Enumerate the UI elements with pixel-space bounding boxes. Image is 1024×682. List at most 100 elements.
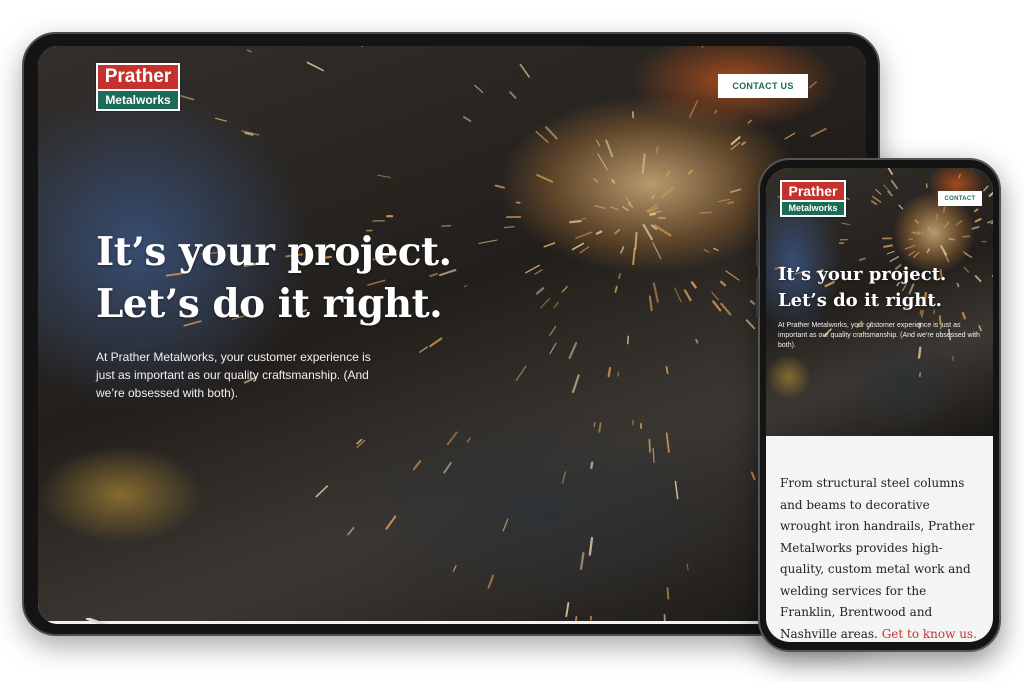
spark: [579, 246, 590, 254]
spark: [214, 117, 228, 122]
hero-lead-text: At Prather Metalworks, your customer exp…: [96, 350, 371, 400]
tablet-device: Prather Metalworks CONTACT US It’s your …: [22, 32, 880, 636]
spark: [443, 461, 452, 474]
spark: [745, 319, 756, 330]
spark: [180, 95, 195, 101]
spark: [887, 190, 893, 197]
hero-lead-text: At Prather Metalworks, your customer exp…: [778, 322, 980, 349]
spark: [648, 295, 653, 312]
spark: [651, 194, 655, 199]
spark: [674, 480, 679, 500]
spark: [463, 116, 472, 123]
spark: [988, 191, 993, 197]
spark: [674, 287, 682, 303]
logo-name-top: Prather: [98, 65, 178, 89]
spark: [983, 185, 989, 192]
spark: [246, 49, 252, 53]
spark: [535, 287, 545, 295]
spark: [549, 342, 557, 355]
headline-line-2: Let’s do it right.: [96, 281, 443, 327]
spark: [908, 250, 916, 256]
contact-us-button[interactable]: CONTACT US: [718, 74, 808, 98]
spark: [883, 184, 891, 193]
spark: [956, 282, 960, 288]
spark: [626, 335, 630, 345]
spark: [665, 366, 669, 374]
spark: [650, 210, 662, 215]
spark: [730, 136, 741, 146]
spark: [597, 153, 608, 171]
spark: [579, 551, 585, 571]
spark: [620, 246, 625, 254]
spark: [961, 311, 966, 320]
spark: [665, 432, 670, 453]
spark: [634, 231, 638, 251]
contact-button[interactable]: CONTACT: [938, 191, 982, 206]
spark: [377, 174, 392, 178]
logo[interactable]: Prather Metalworks: [96, 63, 180, 111]
spark: [646, 203, 659, 212]
spark: [588, 536, 594, 556]
intro-paragraph: From structural steel columns and beams …: [780, 473, 982, 642]
spark: [412, 460, 422, 471]
spark: [747, 119, 752, 124]
spark: [655, 146, 659, 154]
spark: [474, 84, 484, 93]
phone-screen: Prather Metalworks CONTACT It’s your pro…: [766, 168, 993, 642]
spark: [385, 515, 397, 530]
spark: [575, 231, 593, 239]
phone-side-button: [756, 240, 759, 266]
hero-image: [38, 46, 866, 621]
get-to-know-us-link[interactable]: Get to know us.: [882, 627, 977, 641]
spark: [911, 231, 920, 235]
hero-headline: It’s your project. Let’s do it right.: [96, 226, 452, 330]
spark: [452, 565, 457, 572]
content-band: [38, 621, 866, 624]
spark: [650, 224, 658, 231]
spark: [590, 461, 594, 469]
spark: [652, 282, 659, 303]
spark: [545, 126, 558, 140]
spark: [703, 248, 710, 253]
spark: [568, 341, 578, 359]
spark: [241, 130, 260, 136]
sparks-decoration: [165, 46, 866, 621]
spark: [898, 204, 904, 210]
spark: [870, 200, 878, 206]
spark: [940, 245, 948, 256]
spark: [841, 222, 851, 226]
spark: [943, 221, 950, 229]
spark: [641, 153, 646, 174]
spark: [741, 141, 746, 146]
logo-name-bottom: Metalworks: [98, 89, 178, 109]
spark: [549, 325, 557, 336]
spark: [553, 301, 559, 309]
tablet-screen: Prather Metalworks CONTACT US It’s your …: [38, 46, 866, 624]
spark: [711, 291, 720, 301]
spark: [648, 438, 651, 453]
spark: [974, 275, 982, 283]
spark: [963, 266, 970, 273]
spark: [858, 257, 866, 262]
spark: [717, 198, 731, 203]
spark: [713, 247, 719, 252]
spark: [725, 270, 740, 281]
spark: [356, 438, 363, 445]
spark: [889, 256, 899, 262]
spark: [657, 216, 667, 220]
spark: [730, 141, 741, 150]
spark: [875, 189, 882, 195]
spark: [666, 587, 670, 600]
spark: [565, 602, 570, 618]
spark: [974, 217, 982, 223]
spark: [886, 250, 895, 255]
spark: [419, 346, 429, 353]
spark: [487, 574, 494, 589]
spark: [683, 289, 692, 302]
spark: [515, 365, 527, 381]
logo[interactable]: Prather Metalworks: [780, 180, 846, 217]
spark: [750, 471, 756, 481]
spark: [784, 132, 796, 140]
headline-line-1: It’s your project.: [96, 229, 452, 275]
spark: [614, 229, 621, 235]
